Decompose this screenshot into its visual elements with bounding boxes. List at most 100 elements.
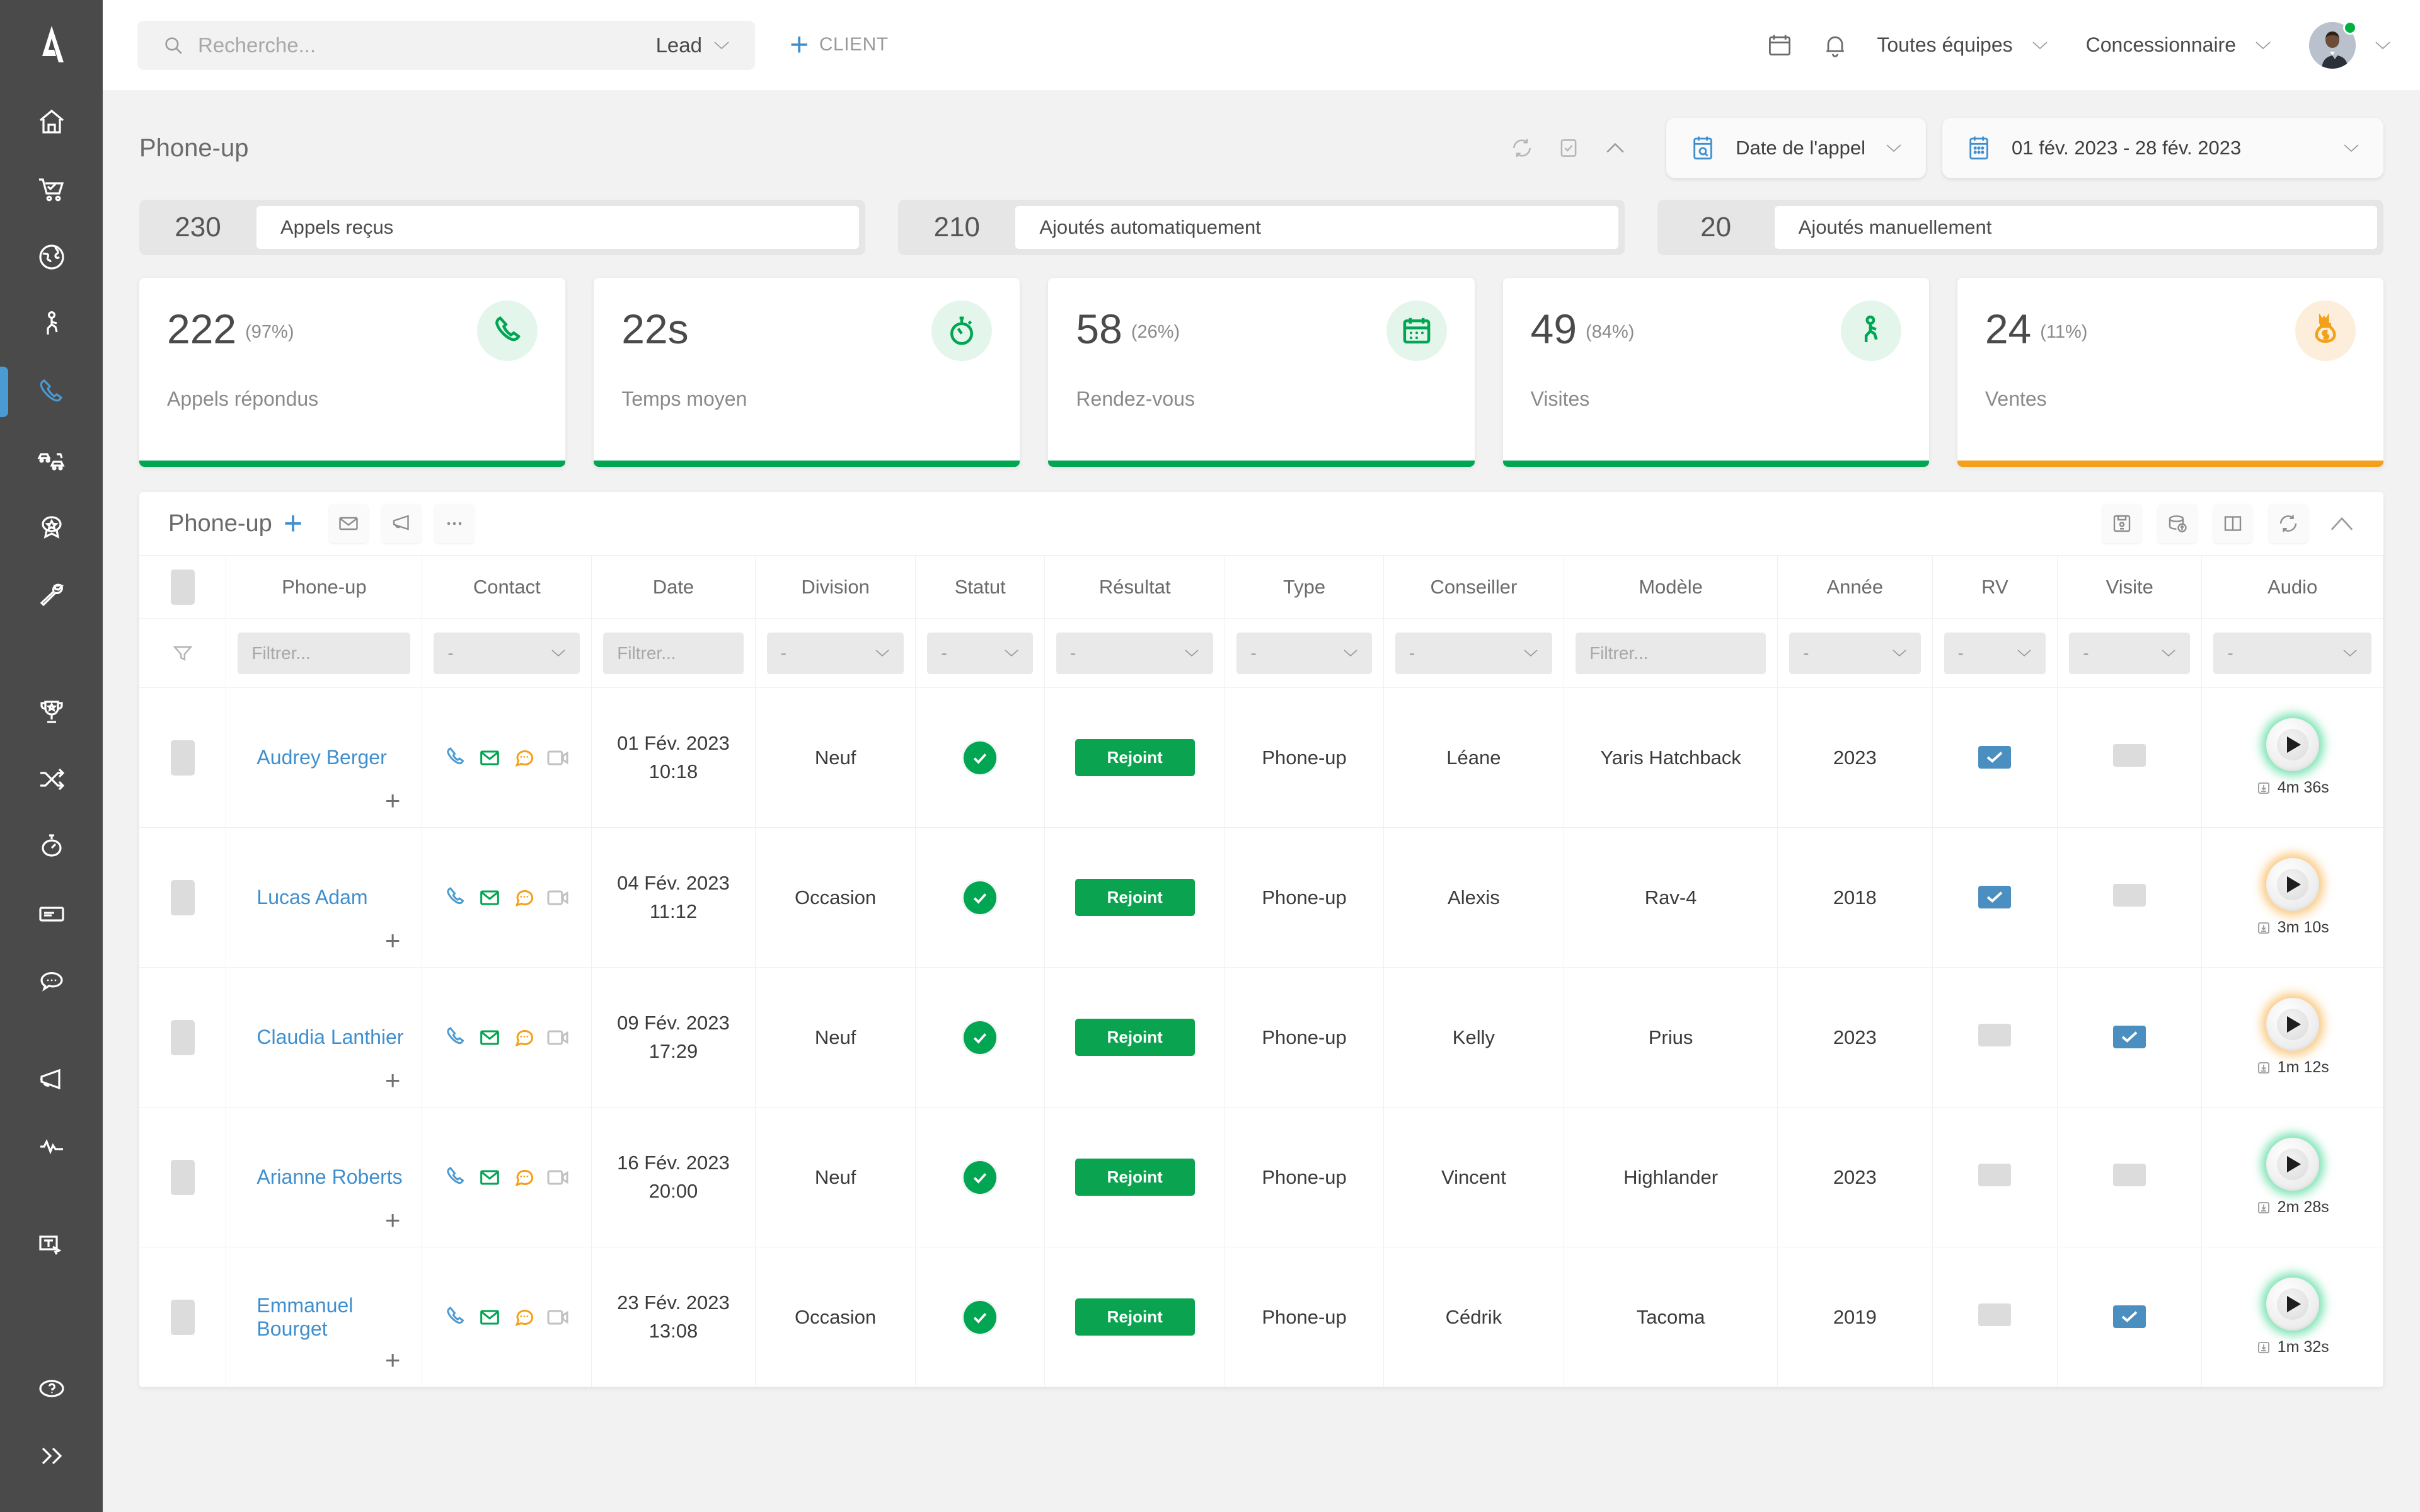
filter-cell-modele[interactable]: Filtrer... — [1564, 618, 1778, 688]
kpi-card-rendez-vous[interactable]: 58 (26%) Rendez-vous — [1048, 278, 1475, 467]
search-input[interactable] — [198, 33, 656, 57]
chevron-down-icon[interactable] — [2375, 40, 2391, 50]
column-header-conseiller[interactable]: Conseiller — [1383, 555, 1565, 619]
play-button[interactable] — [2266, 998, 2319, 1051]
row-rv-cell[interactable] — [1932, 1107, 2058, 1247]
filter-cell-contact[interactable]: - — [422, 618, 592, 688]
date-filter-selector[interactable]: Date de l'appel — [1666, 118, 1926, 178]
phone-icon[interactable] — [443, 1165, 468, 1190]
download-icon[interactable] — [2256, 1340, 2271, 1355]
download-icon[interactable] — [2256, 920, 2271, 936]
email-button[interactable] — [329, 504, 369, 543]
sidebar-item-help[interactable] — [0, 1354, 103, 1422]
video-message-icon[interactable] — [545, 1025, 570, 1050]
rv-checkbox[interactable] — [1978, 1023, 2012, 1046]
result-badge[interactable]: Rejoint — [1075, 739, 1195, 776]
row-select-cell[interactable] — [139, 827, 227, 968]
row-add-icon[interactable]: + — [385, 927, 401, 954]
phone-icon[interactable] — [443, 885, 468, 910]
download-icon[interactable] — [2256, 1060, 2271, 1075]
result-badge[interactable]: Rejoint — [1075, 1298, 1195, 1336]
filter-cell-statut[interactable]: - — [915, 618, 1046, 688]
sidebar-item-messages[interactable] — [0, 948, 103, 1015]
sidebar-item-flow[interactable] — [0, 745, 103, 813]
row-visite-cell[interactable] — [2057, 967, 2203, 1108]
chat-icon[interactable] — [511, 1305, 536, 1330]
lead-type-selector[interactable]: Lead — [656, 33, 730, 57]
row-add-icon[interactable]: + — [385, 1067, 401, 1094]
select-all-header[interactable] — [139, 555, 227, 619]
row-add-icon[interactable]: + — [385, 1206, 401, 1234]
column-header-resultat[interactable]: Résultat — [1044, 555, 1226, 619]
column-header-visite[interactable]: Visite — [2057, 555, 2203, 619]
row-select-cell[interactable] — [139, 1247, 227, 1387]
column-header-date[interactable]: Date — [591, 555, 756, 619]
sidebar-item-sales[interactable] — [0, 156, 103, 223]
play-button[interactable] — [2266, 1278, 2319, 1331]
column-header-modele[interactable]: Modèle — [1564, 555, 1778, 619]
column-header-division[interactable]: Division — [755, 555, 916, 619]
sidebar-item-maintenance[interactable] — [0, 560, 103, 627]
row-checkbox[interactable] — [170, 1299, 195, 1335]
result-badge[interactable]: Rejoint — [1075, 1159, 1195, 1196]
sidebar-item-expand[interactable] — [0, 1422, 103, 1489]
envelope-icon[interactable] — [477, 1305, 502, 1330]
refresh-button[interactable] — [2269, 504, 2308, 543]
result-badge[interactable]: Rejoint — [1075, 1019, 1195, 1056]
rv-checkbox[interactable] — [1978, 886, 2012, 908]
column-header-contact[interactable]: Contact — [422, 555, 592, 619]
table-row[interactable]: Emmanuel Bourget + 23 Fév. 2023 13:08 Oc… — [139, 1247, 2383, 1387]
add-row-button[interactable]: + — [284, 507, 302, 541]
refresh-icon[interactable] — [1510, 136, 1534, 160]
video-message-icon[interactable] — [545, 1165, 570, 1190]
row-checkbox[interactable] — [170, 1019, 195, 1055]
play-button[interactable] — [2266, 718, 2319, 771]
row-rv-cell[interactable] — [1932, 827, 2058, 968]
video-message-icon[interactable] — [545, 1305, 570, 1330]
kpi-card-appels-repondus[interactable]: 222 (97%) Appels répondus — [139, 278, 566, 467]
video-message-icon[interactable] — [545, 745, 570, 770]
sidebar-item-analytics[interactable] — [0, 1113, 103, 1180]
video-message-icon[interactable] — [545, 885, 570, 910]
avatar[interactable] — [2309, 20, 2357, 69]
filter-cell-conseiller[interactable]: - — [1383, 618, 1565, 688]
contact-name-link[interactable]: Arianne Roberts — [256, 1166, 402, 1188]
row-visite-cell[interactable] — [2057, 1107, 2203, 1247]
row-rv-cell[interactable] — [1932, 967, 2058, 1108]
table-row[interactable]: Lucas Adam + 04 Fév. 2023 11:12 Occasion… — [139, 827, 2383, 968]
phone-icon[interactable] — [443, 1305, 468, 1330]
filter-select-conseiller[interactable]: - — [1395, 632, 1553, 674]
visite-checkbox[interactable] — [2113, 743, 2146, 767]
columns-button[interactable] — [2213, 504, 2252, 543]
column-header-statut[interactable]: Statut — [915, 555, 1046, 619]
contact-name-link[interactable]: Emmanuel Bourget — [256, 1294, 353, 1340]
filter-select-statut[interactable]: - — [927, 632, 1034, 674]
filter-select-contact[interactable]: - — [434, 632, 580, 674]
filter-cell-date[interactable]: Filtrer... — [591, 618, 756, 688]
phone-icon[interactable] — [443, 1025, 468, 1050]
column-header-audio[interactable]: Audio — [2201, 555, 2383, 619]
global-search[interactable]: Lead — [137, 20, 755, 70]
date-range-selector[interactable]: 01 fév. 2023 - 28 fév. 2023 — [1942, 118, 2383, 178]
chat-icon[interactable] — [511, 745, 536, 770]
envelope-icon[interactable] — [477, 885, 502, 910]
calendar-icon[interactable] — [1766, 32, 1794, 59]
rv-checkbox[interactable] — [1978, 746, 2012, 769]
sidebar-item-web[interactable] — [0, 223, 103, 290]
row-select-cell[interactable] — [139, 967, 227, 1108]
chat-icon[interactable] — [511, 1165, 536, 1190]
play-button[interactable] — [2266, 1138, 2319, 1191]
result-badge[interactable]: Rejoint — [1075, 879, 1195, 916]
row-visite-cell[interactable] — [2057, 827, 2203, 968]
kpi-card-visites[interactable]: 49 (84%) Visites — [1502, 278, 1929, 467]
filter-select-type[interactable]: - — [1236, 632, 1372, 674]
filter-cell-audio[interactable]: - — [2201, 618, 2383, 688]
filter-cell-type[interactable]: - — [1224, 618, 1384, 688]
app-logo[interactable] — [0, 0, 103, 88]
row-select-cell[interactable] — [139, 1107, 227, 1247]
kpi-card-temps-moyen[interactable]: 22s Temps moyen — [594, 278, 1020, 467]
broadcast-button[interactable] — [382, 504, 422, 543]
filter-input-modele[interactable]: Filtrer... — [1576, 632, 1766, 674]
bell-icon[interactable] — [1821, 32, 1849, 59]
sidebar-item-inventory[interactable] — [0, 425, 103, 493]
